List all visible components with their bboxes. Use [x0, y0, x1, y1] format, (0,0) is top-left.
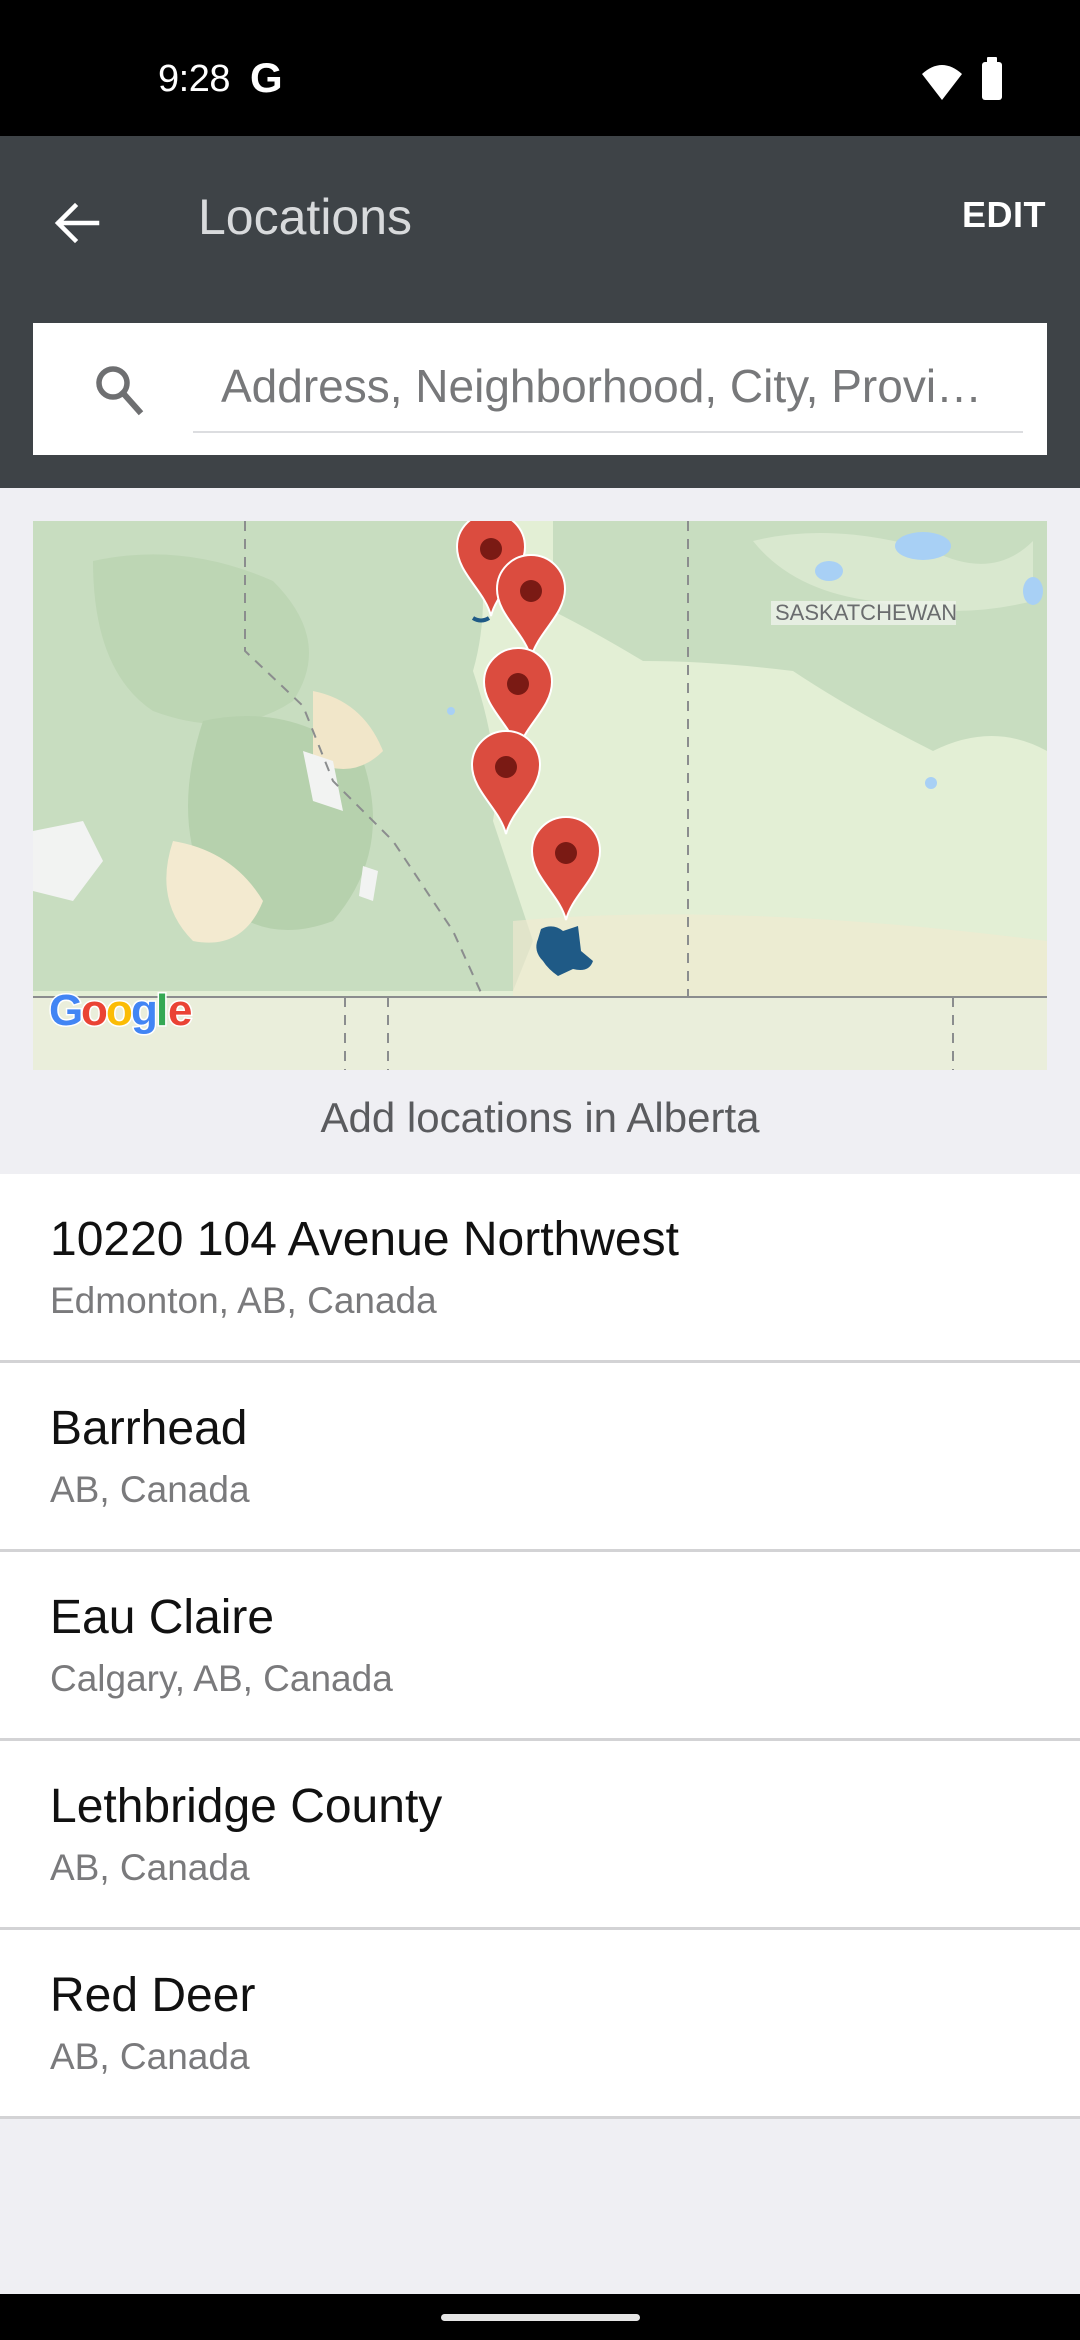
home-handle[interactable]: [441, 2314, 640, 2321]
svg-text:G: G: [49, 986, 83, 1035]
wifi-icon: [922, 65, 962, 100]
battery-icon: [982, 57, 1002, 100]
location-subtitle: Calgary, AB, Canada: [50, 1658, 393, 1699]
svg-text:o: o: [81, 986, 108, 1035]
add-locations-hint: Add locations in Alberta: [320, 1094, 760, 1141]
svg-text:o: o: [106, 986, 133, 1035]
page-title: Locations: [198, 189, 413, 245]
search-icon: [96, 366, 144, 416]
location-title: Lethbridge County: [50, 1780, 443, 1833]
location-item[interactable]: Red Deer AB, Canada: [0, 1930, 1080, 2119]
google-logo: G o o g l e: [48, 985, 194, 1037]
status-bar: 9:28 G: [0, 0, 1080, 136]
edit-button[interactable]: EDIT: [962, 194, 1046, 236]
map-view[interactable]: SASKATCHEWAN G o o g l e: [33, 521, 1047, 1070]
svg-text:e: e: [168, 986, 192, 1035]
navigation-bar: [0, 2294, 1080, 2340]
location-subtitle: AB, Canada: [50, 2036, 250, 2077]
location-item[interactable]: Barrhead AB, Canada: [0, 1363, 1080, 1552]
svg-text:l: l: [156, 986, 168, 1035]
map-lake: [815, 561, 843, 581]
app-bar: Locations EDIT: [0, 136, 1080, 488]
map-lake: [1023, 577, 1043, 605]
svg-text:g: g: [131, 986, 158, 1035]
back-button[interactable]: [40, 186, 114, 260]
map-region-label: SASKATCHEWAN: [775, 600, 957, 625]
location-item[interactable]: 10220 104 Avenue Northwest Edmonton, AB,…: [0, 1174, 1080, 1363]
location-item[interactable]: Eau Claire Calgary, AB, Canada: [0, 1552, 1080, 1741]
google-icon: G: [250, 54, 283, 101]
map-lake: [447, 707, 455, 715]
locations-list: 10220 104 Avenue Northwest Edmonton, AB,…: [0, 1174, 1080, 2119]
search-input[interactable]: [193, 341, 1023, 433]
status-time: 9:28: [158, 58, 230, 100]
location-title: 10220 104 Avenue Northwest: [50, 1213, 679, 1266]
map-lake: [925, 777, 937, 789]
location-title: Barrhead: [50, 1402, 248, 1455]
location-title: Eau Claire: [50, 1591, 275, 1644]
arrow-left-icon: [54, 202, 100, 244]
location-title: Red Deer: [50, 1969, 256, 2022]
location-subtitle: AB, Canada: [50, 1469, 250, 1510]
search-bar: [33, 323, 1047, 455]
location-item[interactable]: Lethbridge County AB, Canada: [0, 1741, 1080, 1930]
map-lake: [895, 532, 951, 560]
location-subtitle: AB, Canada: [50, 1847, 250, 1888]
location-subtitle: Edmonton, AB, Canada: [50, 1280, 437, 1321]
